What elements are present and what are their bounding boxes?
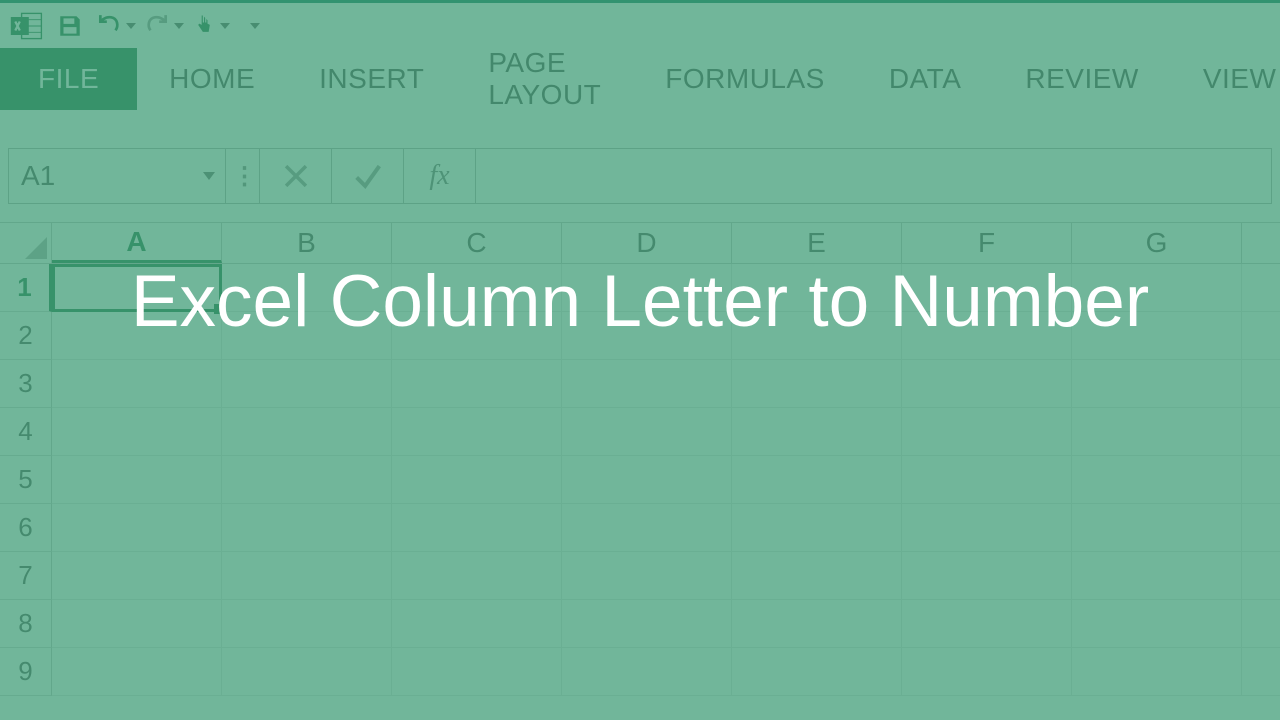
undo-button[interactable] xyxy=(94,8,136,44)
tab-review[interactable]: REVIEW xyxy=(993,48,1170,110)
formula-bar: A1 ⋮ fx xyxy=(0,148,1280,204)
redo-button[interactable] xyxy=(142,8,184,44)
excel-logo-icon xyxy=(8,8,46,44)
redo-dropdown-caret-icon[interactable] xyxy=(174,23,184,29)
column-header-c[interactable]: C xyxy=(392,223,562,263)
tab-insert[interactable]: INSERT xyxy=(287,48,456,110)
cancel-icon[interactable] xyxy=(260,148,332,204)
row-header-5[interactable]: 5 xyxy=(0,456,52,504)
row-header-8[interactable]: 8 xyxy=(0,600,52,648)
insert-function-button[interactable]: fx xyxy=(404,148,476,204)
tab-file[interactable]: FILE xyxy=(0,48,137,110)
touch-mode-button[interactable] xyxy=(190,8,230,44)
column-header-d[interactable]: D xyxy=(562,223,732,263)
name-box-caret-icon[interactable] xyxy=(203,172,215,180)
tab-formulas[interactable]: FORMULAS xyxy=(633,48,857,110)
row-header-1[interactable]: 1 xyxy=(0,264,52,312)
name-box[interactable]: A1 xyxy=(8,148,226,204)
ribbon-tabs: FILE HOME INSERT PAGE LAYOUT FORMULAS DA… xyxy=(0,48,1280,110)
quick-access-toolbar xyxy=(0,3,1280,48)
row-header-4[interactable]: 4 xyxy=(0,408,52,456)
tab-data[interactable]: DATA xyxy=(857,48,994,110)
column-header-f[interactable]: F xyxy=(902,223,1072,263)
excel-window: FILE HOME INSERT PAGE LAYOUT FORMULAS DA… xyxy=(0,0,1280,720)
row-header-3[interactable]: 3 xyxy=(0,360,52,408)
row-header-2[interactable]: 2 xyxy=(0,312,52,360)
column-header-e[interactable]: E xyxy=(732,223,902,263)
row-header-6[interactable]: 6 xyxy=(0,504,52,552)
column-header-a[interactable]: A xyxy=(52,223,222,263)
column-headers: A B C D E F G xyxy=(0,222,1280,264)
qat-customize-caret-icon[interactable] xyxy=(250,23,260,29)
cells-area[interactable] xyxy=(52,264,1280,696)
spreadsheet-grid: A B C D E F G 1 2 3 4 5 6 7 8 9 xyxy=(0,222,1280,696)
tab-view[interactable]: VIEW xyxy=(1171,48,1280,110)
enter-icon[interactable] xyxy=(332,148,404,204)
name-box-value: A1 xyxy=(21,160,55,192)
select-all-button[interactable] xyxy=(0,223,52,263)
tab-home[interactable]: HOME xyxy=(137,48,287,110)
tab-page-layout[interactable]: PAGE LAYOUT xyxy=(456,48,633,110)
formula-input[interactable] xyxy=(476,148,1272,204)
row-header-9[interactable]: 9 xyxy=(0,648,52,696)
row-headers: 1 2 3 4 5 6 7 8 9 xyxy=(0,264,52,696)
column-header-b[interactable]: B xyxy=(222,223,392,263)
save-icon[interactable] xyxy=(52,8,88,44)
formula-bar-expand-icon[interactable]: ⋮ xyxy=(226,148,260,204)
touch-dropdown-caret-icon[interactable] xyxy=(220,23,230,29)
fx-label: fx xyxy=(429,160,449,192)
column-header-g[interactable]: G xyxy=(1072,223,1242,263)
row-header-7[interactable]: 7 xyxy=(0,552,52,600)
undo-dropdown-caret-icon[interactable] xyxy=(126,23,136,29)
active-cell-outline xyxy=(52,264,222,312)
